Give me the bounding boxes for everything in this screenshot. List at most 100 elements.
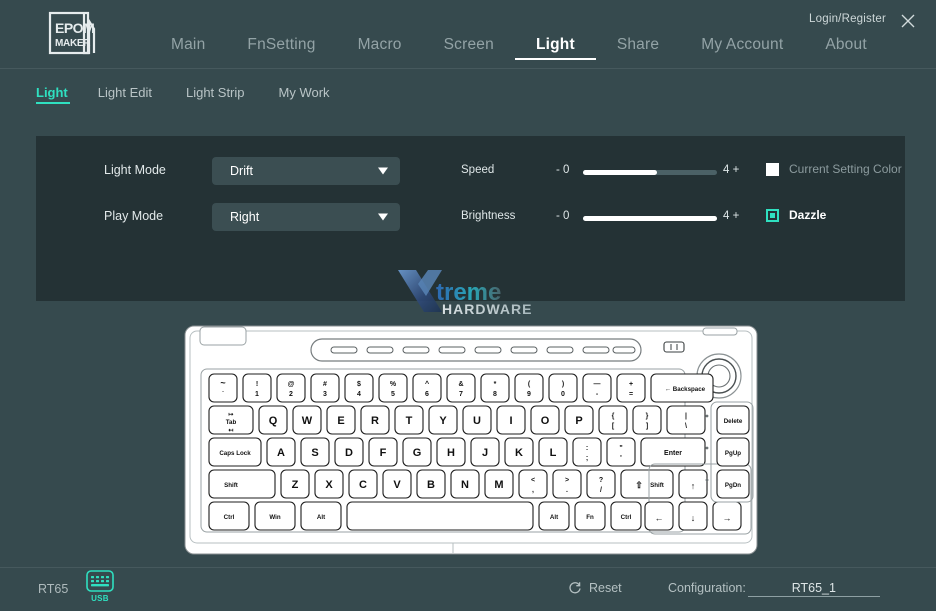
light-settings-panel: Light Mode Drift Play Mode Right Speed -… <box>36 136 905 301</box>
svg-text:Delete: Delete <box>724 418 743 425</box>
svg-text:7: 7 <box>459 391 463 398</box>
tab-my-work[interactable]: My Work <box>279 85 348 103</box>
close-icon[interactable] <box>896 9 920 33</box>
svg-text:Ctrl: Ctrl <box>621 514 632 521</box>
svg-text:{: { <box>612 413 615 420</box>
svg-text:Caps Lock: Caps Lock <box>219 450 251 457</box>
dazzle-checkbox[interactable] <box>766 208 779 222</box>
svg-text:|: | <box>685 413 687 420</box>
login-register-link[interactable]: Login/Register <box>809 13 886 25</box>
light-mode-label: Light Mode <box>104 163 166 177</box>
reset-label: Reset <box>589 581 622 595</box>
svg-text:U: U <box>473 415 481 427</box>
svg-text:Tab: Tab <box>226 419 237 426</box>
arrow-down-icon: ↓ <box>691 513 696 523</box>
svg-text:<: < <box>531 477 535 484</box>
svg-text:Shift: Shift <box>224 482 238 489</box>
svg-text:%: % <box>390 381 397 388</box>
svg-text:Y: Y <box>439 415 447 427</box>
speed-max-label[interactable]: 4 + <box>723 164 739 176</box>
svg-text:↤: ↤ <box>228 427 233 434</box>
svg-text:2: 2 <box>289 391 293 398</box>
svg-text:Alt: Alt <box>550 514 558 521</box>
svg-text:.: . <box>566 487 568 494</box>
reset-button[interactable]: Reset <box>568 581 622 595</box>
chevron-down-icon <box>378 167 388 175</box>
svg-text:;: ; <box>586 455 588 462</box>
svg-text:4: 4 <box>357 391 361 398</box>
play-mode-dropdown[interactable]: Right <box>212 203 400 231</box>
configuration-field-group: Configuration: RT65_1 <box>668 581 880 597</box>
nav-item-screen[interactable]: Screen <box>423 36 515 60</box>
status-bar: RT65 Reset Configuration: RT65_1 <box>0 567 936 611</box>
tab-light-strip[interactable]: Light Strip <box>186 85 263 103</box>
svg-text:F: F <box>380 447 387 459</box>
svg-text:8: 8 <box>493 391 497 398</box>
svg-text:L: L <box>550 447 557 459</box>
current-setting-color-checkbox[interactable] <box>766 162 779 176</box>
speed-label: Speed <box>461 164 495 176</box>
svg-text:1: 1 <box>255 391 259 398</box>
dazzle-checkbox-inner <box>770 212 775 218</box>
svg-text:Alt: Alt <box>317 514 325 521</box>
configuration-value[interactable]: RT65_1 <box>747 581 880 597</box>
svg-text:PgUp: PgUp <box>725 450 741 457</box>
nav-item-macro[interactable]: Macro <box>337 36 423 60</box>
arrow-right-icon: → <box>723 513 732 523</box>
brightness-slider[interactable] <box>583 216 717 221</box>
brightness-max-label[interactable]: 4 + <box>723 210 739 222</box>
arrow-left-icon: ← <box>655 513 664 523</box>
svg-text:Shift: Shift <box>650 482 664 489</box>
play-mode-label: Play Mode <box>104 209 164 223</box>
svg-text:!: ! <box>256 381 258 388</box>
svg-text:&: & <box>458 381 463 388</box>
svg-text:~: ~ <box>220 378 225 388</box>
svg-text:← Backspace: ← Backspace <box>665 386 706 393</box>
nav-item-light[interactable]: Light <box>514 36 596 60</box>
play-mode-value: Right <box>230 210 260 224</box>
svg-text:B: B <box>427 479 435 491</box>
nav-item-main[interactable]: Main <box>150 36 226 60</box>
svg-text:E: E <box>337 415 344 427</box>
svg-text:C: C <box>359 479 367 491</box>
keyboard-icon[interactable] <box>86 570 114 597</box>
svg-text:0: 0 <box>561 391 565 398</box>
nav-item-about[interactable]: About <box>804 36 888 60</box>
keyboard-row-bottom: Ctrl Win Alt Alt Fn Ctrl <box>208 501 642 531</box>
speed-slider[interactable] <box>583 170 717 175</box>
light-mode-value: Drift <box>230 164 253 178</box>
current-setting-color-row[interactable]: Current Setting Color <box>766 162 902 176</box>
svg-text:↦: ↦ <box>228 411 233 418</box>
svg-text:H: H <box>447 447 455 459</box>
svg-text:5: 5 <box>391 391 395 398</box>
tab-light[interactable]: Light <box>36 85 70 104</box>
svg-text:": " <box>619 445 622 452</box>
brightness-slider-fill <box>583 216 717 221</box>
nav-item-my-account[interactable]: My Account <box>680 36 804 60</box>
svg-text:Q: Q <box>269 415 278 427</box>
configuration-label: Configuration: <box>668 581 746 595</box>
usb-connection-label: USB <box>91 594 109 603</box>
nav-item-fnsetting[interactable]: FnSetting <box>226 36 336 60</box>
nav-item-share[interactable]: Share <box>596 36 680 60</box>
svg-text:G: G <box>413 447 422 459</box>
keyboard-row-a: Caps Lock A S D F G H J K L :; "' Enter <box>208 437 706 467</box>
dazzle-label: Dazzle <box>789 208 827 222</box>
svg-text:,: , <box>532 487 534 494</box>
dazzle-row[interactable]: Dazzle <box>766 208 826 222</box>
svg-text:V: V <box>393 479 401 491</box>
svg-text:J: J <box>482 447 488 459</box>
svg-text:#: # <box>323 381 327 388</box>
svg-text:Enter: Enter <box>664 450 682 457</box>
sub-tab-bar: Light Light Edit Light Strip My Work <box>0 69 936 119</box>
light-mode-dropdown[interactable]: Drift <box>212 157 400 185</box>
svg-text:X: X <box>325 479 333 491</box>
tab-light-edit[interactable]: Light Edit <box>98 85 170 103</box>
svg-text:N: N <box>461 479 469 491</box>
svg-text:\: \ <box>685 423 687 430</box>
keyboard-preview[interactable]: .kcap { fill:#ffffff; stroke:#1c1c1c; st… <box>183 324 759 556</box>
svg-text:Win: Win <box>269 514 281 521</box>
speed-min-label[interactable]: - 0 <box>556 164 569 176</box>
svg-text:>: > <box>565 477 569 484</box>
brightness-min-label[interactable]: - 0 <box>556 210 569 222</box>
